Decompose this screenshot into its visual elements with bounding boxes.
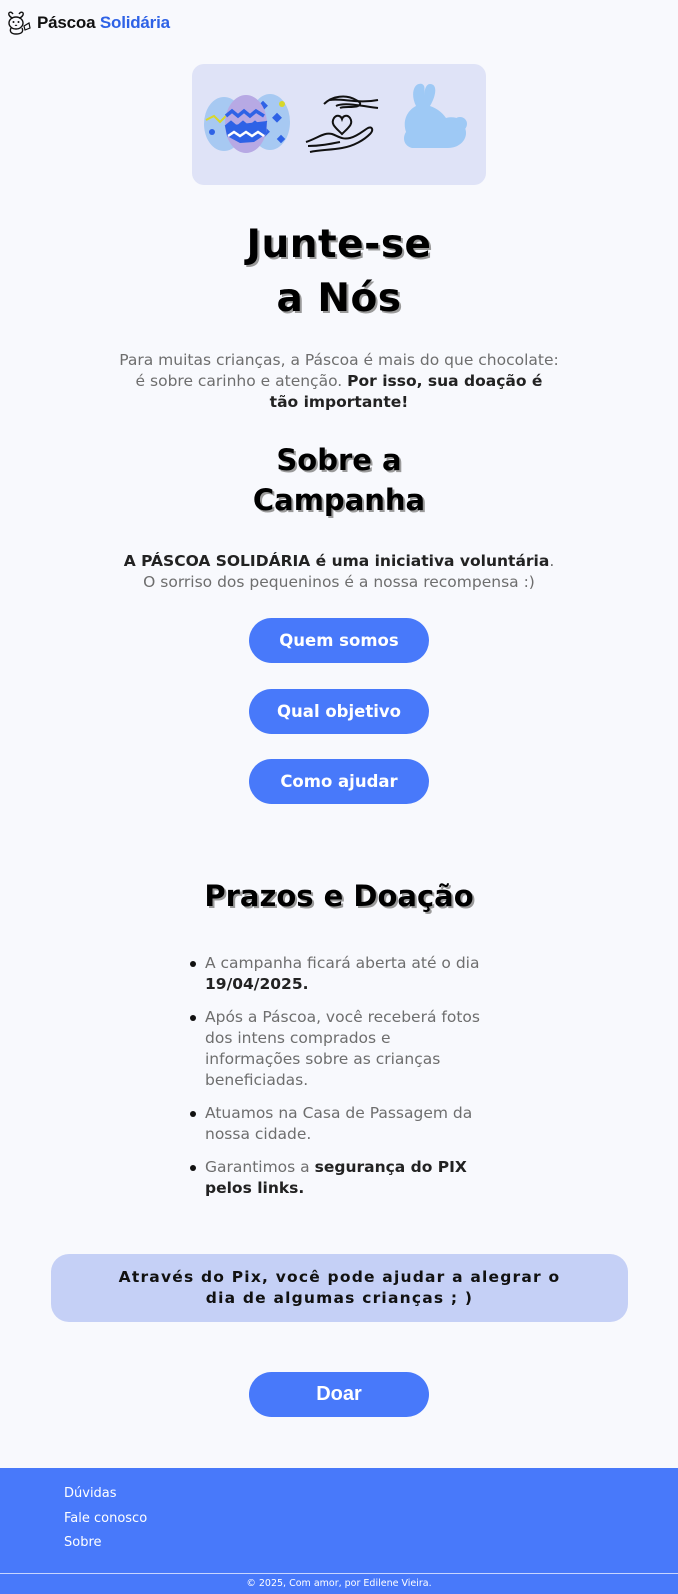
copyright-text: © 2025, Com amor, por Edilene Vieira. (246, 1578, 432, 1589)
pix-message-box: Através do Pix, você pode ajudar a alegr… (51, 1254, 628, 1322)
bunny-icon (8, 11, 31, 35)
about-campaign-title: Sobre a Campanha (252, 443, 426, 517)
about-text: A PÁSCOA SOLIDÁRIA é uma iniciativa volu… (123, 552, 555, 591)
join-us-title: Junte-se a Nós (246, 222, 432, 321)
list-item: A campanha ficará aberta até o dia 19/04… (190, 953, 480, 995)
pix-message: Através do Pix, você pode ajudar a alegr… (118, 1268, 561, 1307)
footer-nav: Dúvidas Fale conosco Sobre (64, 1482, 147, 1556)
footer-link-about[interactable]: Sobre (64, 1531, 147, 1556)
who-we-are-button[interactable]: Quem somos (249, 618, 429, 663)
deadlines-title: Prazos e Doação (204, 879, 474, 913)
intro-text: Para muitas crianças, a Páscoa é mais do… (119, 351, 559, 411)
how-to-help-button[interactable]: Como ajudar (249, 759, 429, 804)
list-item: Garantimos a segurança do PIX pelos link… (190, 1157, 480, 1199)
easter-eggs-icon (204, 94, 290, 153)
heart-hands-icon (305, 95, 379, 153)
brand-name[interactable]: Páscoa Solidária (37, 13, 170, 33)
our-objective-button[interactable]: Qual objetivo (249, 689, 429, 734)
list-item: Atuamos na Casa de Passagem da nossa cid… (190, 1103, 480, 1145)
list-item: Após a Páscoa, você receberá fotos dos i… (190, 1007, 480, 1091)
donate-button[interactable]: Doar (249, 1372, 429, 1417)
deadlines-list: A campanha ficará aberta até o dia 19/04… (190, 953, 480, 1211)
site-header: Páscoa Solidária (6, 10, 170, 36)
footer-link-faq[interactable]: Dúvidas (64, 1482, 147, 1507)
bunny-silhouette-icon (404, 83, 467, 148)
hero-illustration-card (192, 64, 486, 185)
footer-divider (0, 1573, 678, 1574)
site-footer: Dúvidas Fale conosco Sobre © 2025, Com a… (0, 1468, 678, 1594)
footer-link-contact[interactable]: Fale conosco (64, 1507, 147, 1532)
